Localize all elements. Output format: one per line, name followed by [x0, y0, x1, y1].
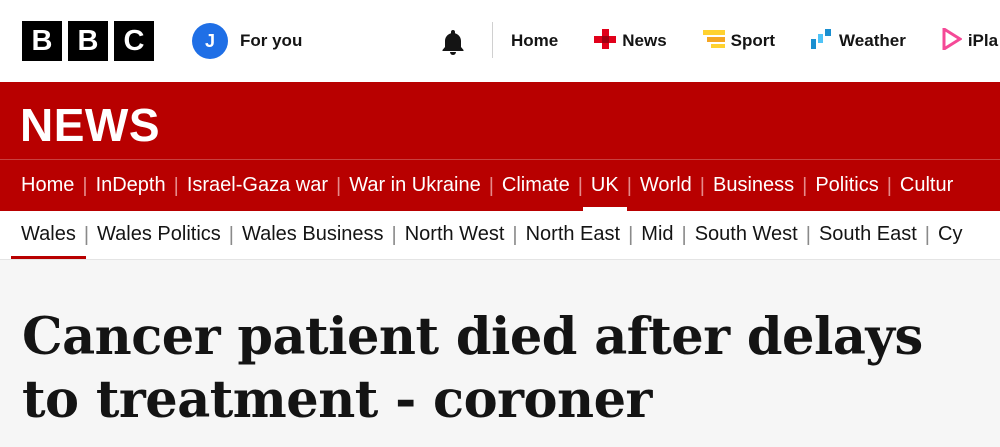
secondary-nav-item-south-west[interactable]: South West — [687, 211, 806, 259]
secondary-nav-item-north-east[interactable]: North East — [518, 211, 628, 259]
masthead-nav-label: Sport — [730, 31, 776, 50]
secondary-nav: Wales | Wales Politics | Wales Business | Nort… — [0, 211, 1000, 260]
secondary-nav-item-cy[interactable]: Cy — [930, 211, 970, 259]
bell-icon[interactable] — [437, 26, 469, 58]
masthead-nav-news[interactable]: News — [594, 28, 667, 54]
secondary-nav-item-wales-politics[interactable]: Wales Politics — [89, 211, 229, 259]
account-label: For you — [240, 31, 303, 50]
primary-nav-item-home[interactable]: Home — [13, 160, 82, 211]
bbc-logo-letter: B — [68, 21, 108, 61]
primary-nav-item-business[interactable]: Business — [705, 160, 802, 211]
masthead: B B C J For you Home News Sport Weather … — [0, 0, 1000, 82]
news-icon — [594, 28, 617, 54]
secondary-nav-item-wales-business[interactable]: Wales Business — [234, 211, 392, 259]
account-button[interactable]: J For you — [192, 23, 302, 59]
iplayer-icon — [942, 25, 963, 55]
masthead-nav-label: Weather — [839, 31, 906, 50]
news-wordmark[interactable]: NEWS — [20, 98, 160, 152]
secondary-nav-item-mid[interactable]: Mid — [633, 211, 681, 259]
bbc-logo-letter: C — [114, 21, 154, 61]
secondary-nav-item-wales[interactable]: Wales — [11, 211, 86, 259]
primary-nav-item-israel-gaza-war[interactable]: Israel-Gaza war — [179, 160, 336, 211]
bbc-logo[interactable]: B B C — [22, 21, 154, 61]
masthead-nav-label: iPla — [967, 31, 999, 50]
primary-nav-item-uk[interactable]: UK — [582, 160, 627, 211]
weather-icon — [811, 28, 833, 54]
primary-nav: Home | InDepth | Israel-Gaza war | War in Ukra… — [0, 159, 1000, 211]
primary-nav-item-war-in-ukraine[interactable]: War in Ukraine — [341, 160, 489, 211]
news-banner: NEWS — [0, 82, 1000, 159]
masthead-divider — [492, 22, 493, 58]
bbc-logo-letter: B — [22, 21, 62, 61]
secondary-nav-item-north-west[interactable]: North West — [397, 211, 513, 259]
primary-nav-item-world[interactable]: World — [632, 160, 700, 211]
primary-nav-item-cultur[interactable]: Cultur — [892, 160, 961, 211]
masthead-nav-sport[interactable]: Sport — [702, 29, 776, 54]
masthead-nav-weather[interactable]: Weather — [811, 28, 906, 54]
avatar: J — [192, 23, 228, 59]
article-headline: Cancer patient died after delays to trea… — [22, 307, 923, 430]
masthead-nav-label: News — [622, 31, 667, 50]
masthead-nav-home[interactable]: Home — [511, 31, 558, 51]
sport-icon — [702, 29, 725, 54]
primary-nav-item-indepth[interactable]: InDepth — [88, 160, 174, 211]
masthead-nav-label: Home — [511, 31, 559, 50]
secondary-nav-item-south-east[interactable]: South East — [811, 211, 925, 259]
primary-nav-item-politics[interactable]: Politics — [807, 160, 886, 211]
masthead-nav: Home News Sport Weather iPla — [511, 25, 1000, 55]
masthead-nav-iplayer[interactable]: iPla — [942, 25, 999, 55]
primary-nav-item-climate[interactable]: Climate — [494, 160, 578, 211]
